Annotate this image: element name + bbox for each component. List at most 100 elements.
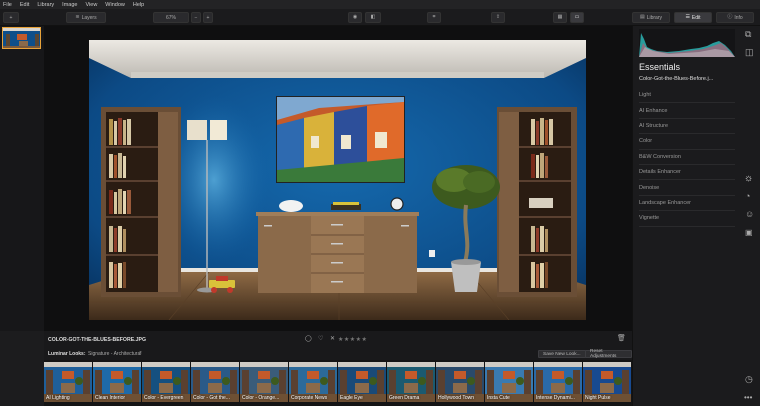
look-preset[interactable]: Green Drama — [387, 362, 435, 402]
gallery-view-button[interactable]: ▦ — [553, 12, 567, 23]
toolbar: + ≋ Layers 67% − + ◉ ◧ ⌗ ⇪ ▦ ▭ ▤ Library… — [0, 9, 760, 26]
look-preset[interactable]: AI Lighting — [44, 362, 92, 402]
share-icon: ⇪ — [495, 14, 501, 20]
library-icon: ▤ — [639, 14, 645, 20]
look-label: Eagle Eye — [340, 395, 363, 401]
palette-icon[interactable]: ◔ — [745, 192, 750, 201]
compare-panel-icon[interactable]: ◫ — [745, 48, 754, 57]
tab-library[interactable]: ▤ Library — [632, 12, 670, 23]
image-info-bar: COLOR-GOT-THE-BLUES-BEFORE.JPG ◯ ♡ ✕ ★★★… — [44, 331, 632, 348]
save-new-look-button[interactable]: Save New Look... — [538, 350, 586, 358]
look-preset[interactable]: Hollywood Town — [436, 362, 484, 402]
wall-painting — [276, 96, 405, 183]
preview-button[interactable]: ◉ — [348, 12, 362, 23]
eye-icon: ◉ — [352, 14, 358, 20]
right-bookcase — [497, 107, 577, 297]
look-label: Clean Interior — [95, 395, 126, 401]
zoom-dropdown[interactable]: 67% — [153, 12, 189, 23]
filmstrip — [0, 26, 44, 331]
menu-item-image[interactable]: Image — [62, 2, 77, 8]
thumbnail-image — [3, 28, 40, 48]
look-preset[interactable]: Insta Cute — [485, 362, 533, 402]
look-preset[interactable]: Corporate News — [289, 362, 337, 402]
look-label: Insta Cute — [487, 395, 510, 401]
sideboard — [256, 212, 419, 293]
menu-item-help[interactable]: Help — [133, 2, 144, 8]
image-filename: COLOR-GOT-THE-BLUES-BEFORE.JPG — [48, 337, 146, 343]
tool-item[interactable]: Vignette — [639, 211, 735, 227]
tool-item[interactable]: Color — [639, 134, 735, 150]
layers-stack-icon[interactable]: ⧉ — [745, 30, 751, 39]
tool-item[interactable]: AI Structure — [639, 119, 735, 135]
right-icon-strip: ⧉ ◫ ☼ ◔ ☺ ▣ ◷ ••• — [739, 26, 760, 406]
menu-item-view[interactable]: View — [85, 2, 97, 8]
tool-item[interactable]: B&W Conversion — [639, 150, 735, 165]
crop-icon: ⌗ — [432, 14, 436, 20]
tool-list: Light AI Enhance AI Structure Color B&W Conv… — [639, 88, 735, 227]
zoom-value: 67% — [165, 14, 176, 21]
add-image-button[interactable]: + — [3, 12, 19, 23]
heart-icon[interactable]: ♡ — [318, 336, 323, 342]
tool-item[interactable]: Details Enhancer — [639, 165, 735, 181]
tool-item[interactable]: Light — [639, 88, 735, 104]
tool-item[interactable]: Denoise — [639, 180, 735, 196]
menu-item-window[interactable]: Window — [105, 2, 125, 8]
looks-category-dropdown[interactable]: Signature - Architectural — [88, 351, 141, 357]
layers-icon: ≋ — [75, 14, 80, 20]
zoom-in-button[interactable]: + — [203, 12, 213, 23]
library-label: Library — [646, 14, 663, 21]
look-preset[interactable]: Clean Interior — [93, 362, 141, 402]
reject-icon[interactable]: ✕ — [330, 336, 335, 342]
filmstrip-thumbnail[interactable] — [2, 27, 41, 49]
share-button[interactable]: ⇪ — [491, 12, 505, 23]
edit-label: Edit — [691, 14, 701, 21]
look-preset[interactable]: Night Pulse — [583, 362, 631, 402]
grid-icon: ▦ — [557, 14, 563, 20]
panel-filename: Color-Got-the-Blues-Before.j... — [639, 76, 714, 82]
chevron-down-icon[interactable]: × — [139, 351, 142, 356]
look-preset[interactable]: Color - Orange... — [240, 362, 288, 402]
look-label: Intense Dynami... — [536, 395, 575, 401]
look-label: Color - Orange... — [242, 395, 280, 401]
histogram — [639, 29, 735, 57]
main-photo[interactable] — [89, 40, 586, 320]
adjustments-panel: Essentials Color-Got-the-Blues-Before.j.… — [632, 26, 739, 406]
crop-button[interactable]: ⌗ — [427, 12, 441, 23]
sun-icon[interactable]: ☼ — [744, 174, 753, 184]
look-preset[interactable]: Color - Evergreen — [142, 362, 190, 402]
menu-item-library[interactable]: Library — [37, 2, 54, 8]
layers-button[interactable]: ≋ Layers — [66, 12, 106, 23]
tab-info[interactable]: ⓘ Info — [716, 12, 754, 23]
compare-icon: ◧ — [370, 14, 376, 20]
history-icon[interactable]: ◷ — [745, 375, 753, 384]
single-image-icon: ▭ — [574, 14, 580, 20]
look-preset[interactable]: Intense Dynami... — [534, 362, 582, 402]
menu-item-file[interactable]: File — [3, 2, 12, 8]
tab-edit[interactable]: ☰ Edit — [674, 12, 712, 23]
left-bookcase — [101, 107, 181, 297]
info-icon: ⓘ — [727, 14, 733, 20]
face-icon[interactable]: ☺ — [745, 210, 754, 219]
more-icon[interactable]: ••• — [744, 394, 752, 402]
room-photo — [89, 40, 586, 320]
zoom-minus-label: − — [194, 14, 198, 21]
menu-item-edit[interactable]: Edit — [20, 2, 29, 8]
compare-button[interactable]: ◧ — [365, 12, 381, 23]
reject-flag-icon[interactable]: ◯ — [305, 336, 312, 342]
look-label: Color - Evergreen — [144, 395, 184, 401]
menu-bar: File Edit Library Image View Window Help — [0, 0, 760, 9]
zoom-plus-label: + — [206, 14, 210, 21]
reset-adjustments-button[interactable]: Reset Adjustments — [585, 349, 632, 359]
sliders-icon: ☰ — [685, 14, 690, 20]
trash-icon[interactable]: 🗑 — [617, 335, 626, 342]
single-view-button[interactable]: ▭ — [570, 12, 584, 23]
star-rating[interactable]: ★★★★★ — [338, 336, 367, 343]
look-preset[interactable]: Eagle Eye — [338, 362, 386, 402]
zoom-out-button[interactable]: − — [191, 12, 201, 23]
pro-tools-icon[interactable]: ▣ — [745, 229, 753, 237]
look-label: Corporate News — [291, 395, 328, 401]
tool-item[interactable]: Landscape Enhancer — [639, 196, 735, 212]
look-preset[interactable]: Color - Got the... — [191, 362, 239, 402]
tool-item[interactable]: AI Enhance — [639, 103, 735, 119]
looks-label: Luminar Looks: — [48, 351, 86, 357]
